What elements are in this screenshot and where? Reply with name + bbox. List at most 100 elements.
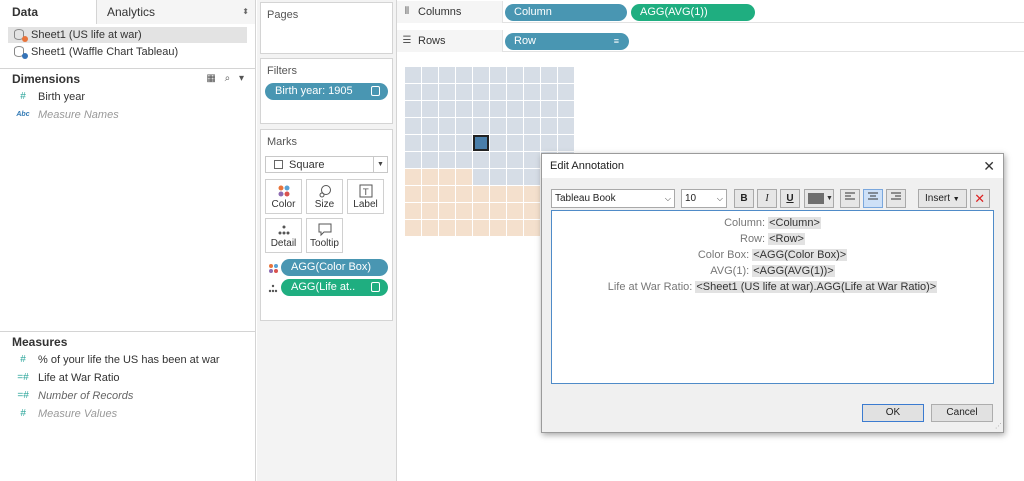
waffle-square[interactable] <box>422 169 438 185</box>
waffle-square[interactable] <box>456 84 472 100</box>
align-center-button[interactable] <box>863 188 883 208</box>
waffle-square[interactable] <box>473 220 489 236</box>
waffle-square[interactable] <box>405 169 421 185</box>
waffle-square[interactable] <box>507 186 523 202</box>
waffle-square[interactable] <box>473 67 489 83</box>
waffle-square[interactable] <box>524 67 540 83</box>
waffle-square[interactable] <box>473 118 489 134</box>
waffle-square[interactable] <box>507 101 523 117</box>
data-source-waffle-chart[interactable]: Sheet1 (Waffle Chart Tableau) <box>8 44 247 60</box>
resize-grip-icon[interactable]: ⋰ <box>995 422 1002 430</box>
waffle-square[interactable] <box>558 67 574 83</box>
mark-pill-life-at-war[interactable]: AGG(Life at.. <box>281 279 388 296</box>
waffle-square[interactable] <box>439 169 455 185</box>
bold-button[interactable]: B <box>734 188 754 208</box>
waffle-square[interactable] <box>524 220 540 236</box>
waffle-square[interactable] <box>422 152 438 168</box>
waffle-square[interactable] <box>439 84 455 100</box>
waffle-square[interactable] <box>405 67 421 83</box>
waffle-square[interactable] <box>558 118 574 134</box>
waffle-square[interactable] <box>524 135 540 151</box>
waffle-square[interactable] <box>541 67 557 83</box>
waffle-square[interactable] <box>439 118 455 134</box>
waffle-square[interactable] <box>422 186 438 202</box>
size-button[interactable]: Size <box>306 179 343 214</box>
data-source-us-life-at-war[interactable]: Sheet1 (US life at war) <box>8 27 247 43</box>
waffle-square[interactable] <box>473 152 489 168</box>
waffle-square[interactable] <box>405 118 421 134</box>
waffle-square[interactable] <box>439 203 455 219</box>
mark-pill-color-box[interactable]: AGG(Color Box) <box>281 259 388 276</box>
waffle-square[interactable] <box>490 84 506 100</box>
waffle-square[interactable] <box>439 220 455 236</box>
field-measure-values[interactable]: # Measure Values <box>0 405 255 423</box>
waffle-square[interactable] <box>422 67 438 83</box>
field-life-at-war-ratio[interactable]: =# Life at War Ratio <box>0 369 255 387</box>
waffle-square[interactable] <box>541 101 557 117</box>
waffle-square[interactable] <box>405 186 421 202</box>
field-pct-life-at-war[interactable]: # % of your life the US has been at war <box>0 351 255 369</box>
waffle-square[interactable] <box>558 135 574 151</box>
waffle-square[interactable] <box>541 135 557 151</box>
waffle-square[interactable] <box>490 101 506 117</box>
field-measure-names[interactable]: Abc Measure Names <box>0 106 255 124</box>
view-toggle-icon[interactable]: ▦ <box>206 73 218 84</box>
waffle-square[interactable] <box>422 135 438 151</box>
waffle-square[interactable] <box>456 152 472 168</box>
cancel-button[interactable]: Cancel <box>931 404 993 422</box>
waffle-square[interactable] <box>490 203 506 219</box>
avg-pill[interactable]: AGG(AVG(1)) <box>631 4 755 21</box>
field-number-of-records[interactable]: =# Number of Records <box>0 387 255 405</box>
waffle-square[interactable] <box>439 186 455 202</box>
waffle-square[interactable] <box>524 101 540 117</box>
tab-data[interactable]: Data <box>0 0 97 24</box>
waffle-square[interactable] <box>422 203 438 219</box>
waffle-square[interactable] <box>473 84 489 100</box>
align-left-button[interactable] <box>840 188 860 208</box>
waffle-square[interactable] <box>473 169 489 185</box>
waffle-square[interactable] <box>473 203 489 219</box>
waffle-square[interactable] <box>558 101 574 117</box>
waffle-square[interactable] <box>456 135 472 151</box>
waffle-square[interactable] <box>507 84 523 100</box>
waffle-square[interactable] <box>507 67 523 83</box>
waffle-square[interactable] <box>507 203 523 219</box>
filter-pill-birth-year[interactable]: Birth year: 1905 <box>265 83 388 100</box>
waffle-square[interactable] <box>456 203 472 219</box>
font-size-dropdown[interactable]: 10 ⌵ <box>681 188 727 208</box>
align-right-button[interactable] <box>886 188 906 208</box>
waffle-square[interactable] <box>507 152 523 168</box>
tab-scroll-icon[interactable]: ⬍ <box>242 0 249 24</box>
waffle-square[interactable] <box>456 169 472 185</box>
waffle-square[interactable] <box>405 203 421 219</box>
row-pill[interactable]: Row ≡ <box>505 33 629 50</box>
waffle-square[interactable] <box>473 186 489 202</box>
waffle-square[interactable] <box>490 152 506 168</box>
detail-button[interactable]: Detail <box>265 218 302 253</box>
waffle-square[interactable] <box>524 186 540 202</box>
waffle-square[interactable] <box>405 220 421 236</box>
field-birth-year[interactable]: # Birth year <box>0 88 255 106</box>
ok-button[interactable]: OK <box>862 404 924 422</box>
clear-formatting-button[interactable]: ✕ <box>969 188 990 208</box>
waffle-square[interactable] <box>490 118 506 134</box>
waffle-square[interactable] <box>473 135 489 151</box>
column-pill[interactable]: Column <box>505 4 627 21</box>
waffle-square[interactable] <box>405 84 421 100</box>
waffle-square[interactable] <box>439 152 455 168</box>
waffle-square[interactable] <box>541 118 557 134</box>
rows-shelf[interactable]: ☰ Rows Row ≡ <box>397 30 1024 52</box>
waffle-square[interactable] <box>524 203 540 219</box>
waffle-square[interactable] <box>490 186 506 202</box>
italic-button[interactable]: I <box>757 188 777 208</box>
color-button[interactable]: Color <box>265 179 302 214</box>
insert-button[interactable]: Insert ▼ <box>918 188 967 208</box>
waffle-square[interactable] <box>524 118 540 134</box>
waffle-square[interactable] <box>541 84 557 100</box>
pages-card[interactable]: Pages <box>260 2 393 54</box>
waffle-square[interactable] <box>422 84 438 100</box>
waffle-square[interactable] <box>490 135 506 151</box>
waffle-square[interactable] <box>490 220 506 236</box>
waffle-square[interactable] <box>507 118 523 134</box>
waffle-square[interactable] <box>422 101 438 117</box>
